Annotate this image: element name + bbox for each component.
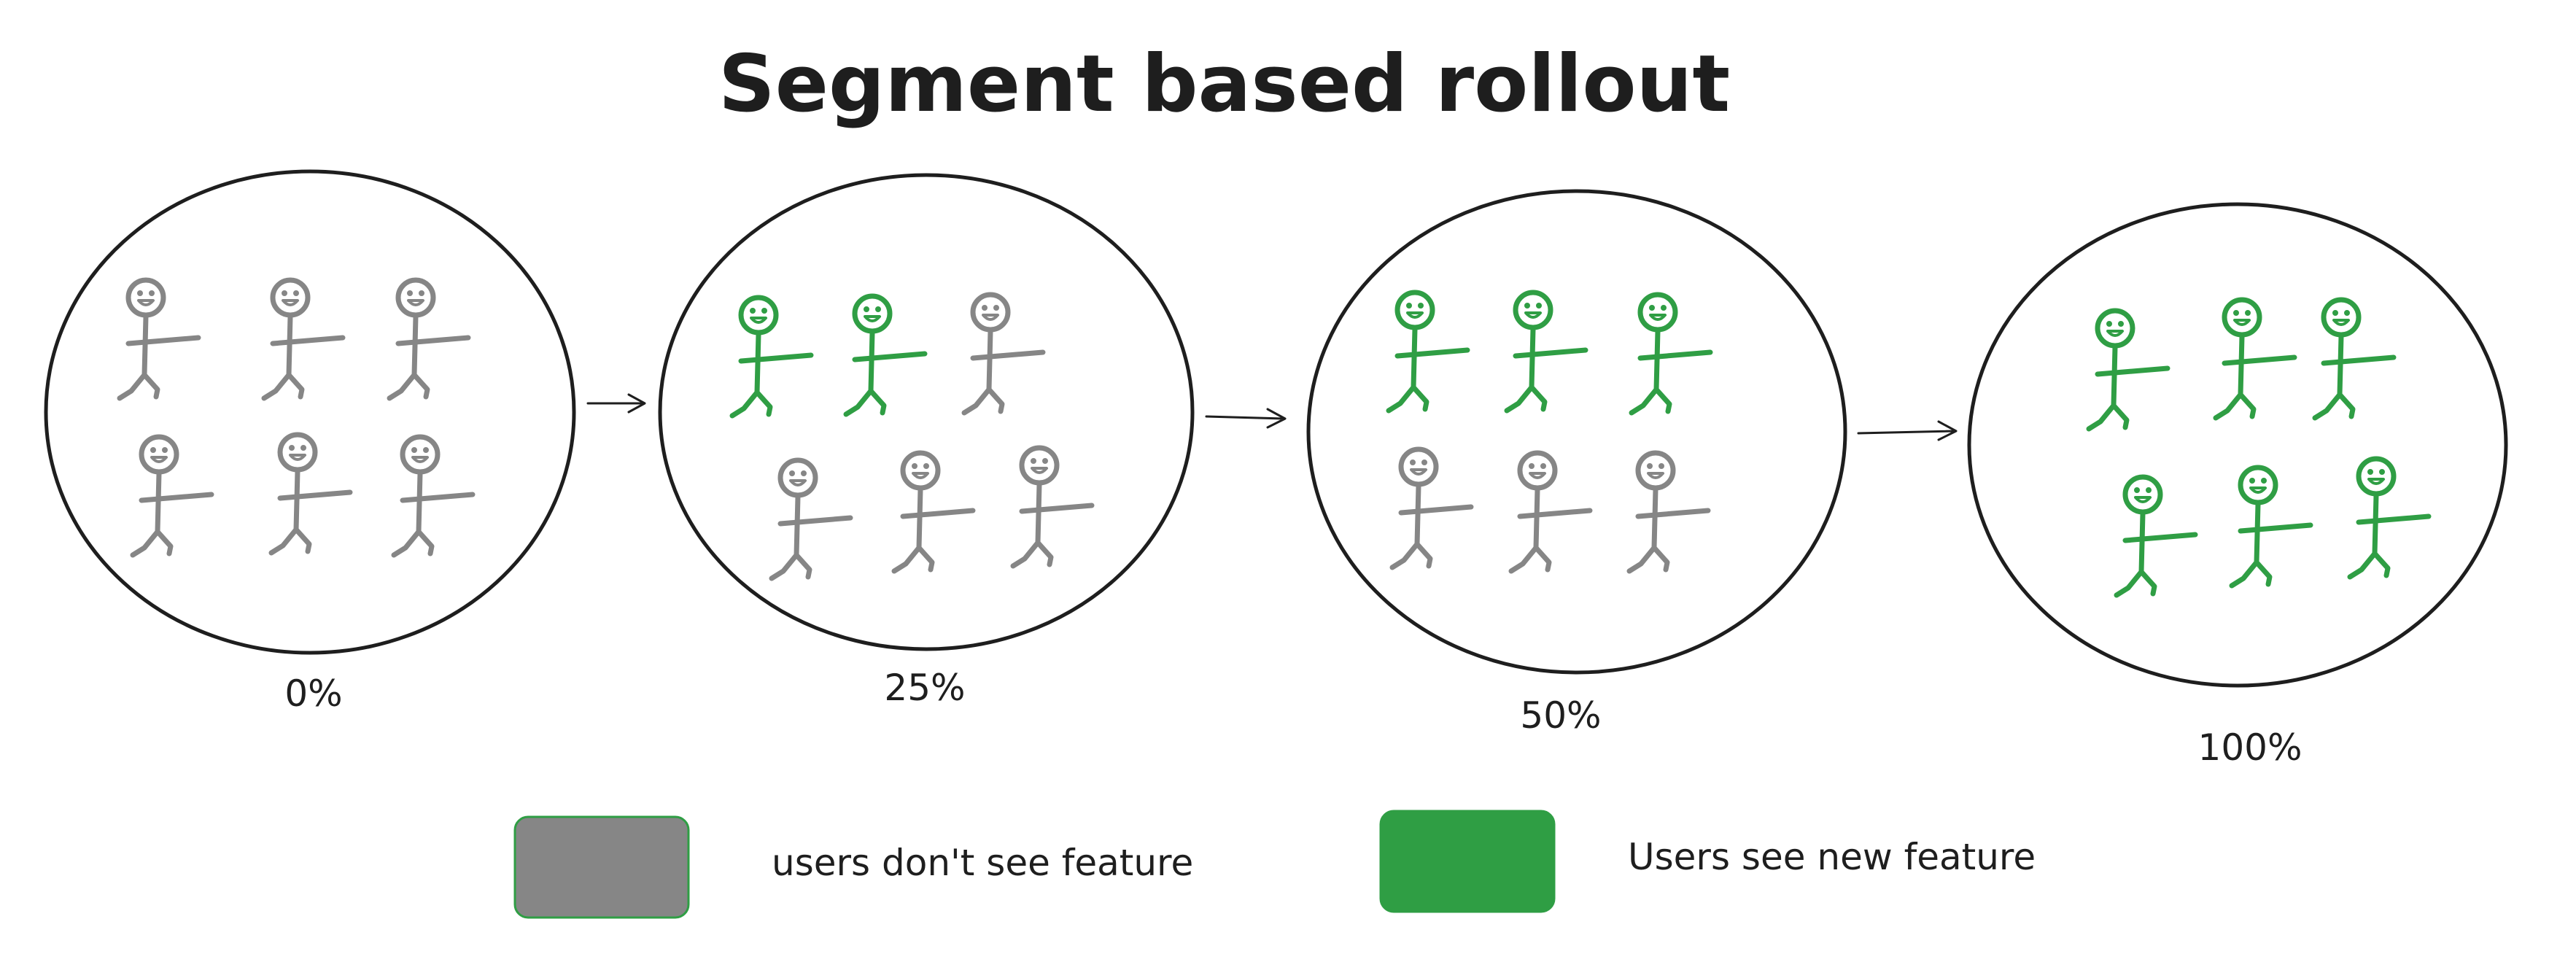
stick-figure-icon (387, 277, 471, 401)
stick-figure-icon (2213, 297, 2297, 421)
segment-percent-label: 25% (884, 667, 965, 709)
stick-figure-icon (1508, 450, 1593, 574)
segment-circle (1306, 189, 1847, 675)
stick-figure-icon (2086, 308, 2170, 432)
stick-figure-icon (961, 292, 1046, 416)
segment-100-percent: 100% (1967, 202, 2508, 769)
stick-figure-icon (2229, 465, 2313, 589)
stick-figure-icon (261, 277, 346, 401)
stick-figure-icon (1386, 290, 1470, 414)
legend: users don't see feature Users see new fe… (513, 810, 2036, 919)
legend-swatch-no-feature (513, 815, 690, 919)
stick-figure-icon (391, 434, 476, 558)
segment-50-percent: 50% (1306, 189, 1847, 737)
stick-figure-icon (1389, 446, 1474, 570)
arrow-right-icon (1205, 408, 1287, 429)
stick-figure-icon (1629, 292, 1713, 416)
legend-label-no-feature: users don't see feature (772, 842, 1193, 884)
legend-label-sees-feature: Users see new feature (1628, 836, 2036, 878)
stick-figure-icon (843, 293, 928, 417)
segment-percent-label: 100% (2198, 726, 2303, 769)
segment-25-percent: 25% (658, 173, 1195, 709)
stick-figure-icon (2347, 456, 2432, 580)
segment-0-percent: 0% (44, 169, 576, 715)
people-group (729, 292, 1095, 581)
segment-circle (44, 169, 576, 655)
arrow-2 (1205, 408, 1287, 429)
stick-figure-icon (891, 450, 976, 574)
arrow-1 (586, 393, 646, 414)
stick-figure-icon (2312, 297, 2397, 421)
people-group (117, 277, 476, 558)
stick-figure-icon (769, 457, 853, 581)
arrow-3 (1857, 420, 1958, 441)
stick-figure-icon (1626, 450, 1711, 574)
people-group (2086, 297, 2432, 598)
stick-figure-icon (2114, 474, 2198, 598)
people-group (1386, 290, 1713, 574)
rollout-diagram: Segment based rollout 0% 25% 50% 100% us… (44, 39, 2508, 919)
diagram-title: Segment based rollout (718, 39, 1730, 130)
arrow-right-icon (586, 393, 646, 414)
stick-figure-icon (1010, 445, 1095, 569)
arrow-right-icon (1857, 420, 1958, 441)
segment-percent-label: 50% (1520, 694, 1601, 737)
stick-figure-icon (268, 432, 353, 556)
stick-figure-icon (117, 277, 201, 401)
legend-swatch-sees-feature (1379, 810, 1556, 913)
stick-figure-icon (130, 434, 214, 558)
segment-percent-label: 0% (284, 672, 342, 715)
segment-circle (1967, 202, 2508, 688)
stick-figure-icon (729, 295, 814, 419)
stick-figure-icon (1504, 290, 1588, 414)
